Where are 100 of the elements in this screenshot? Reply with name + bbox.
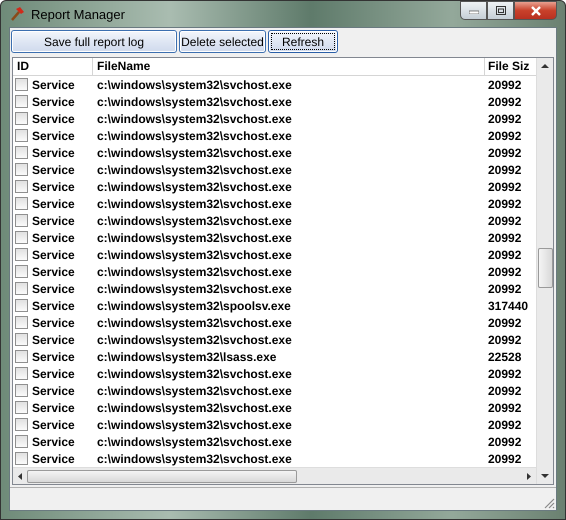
table-cell: 20992 bbox=[488, 162, 522, 176]
checkbox[interactable] bbox=[15, 367, 28, 380]
table-cell: Service bbox=[32, 452, 75, 466]
table-cell: Service bbox=[32, 366, 75, 380]
checkbox[interactable] bbox=[15, 333, 28, 346]
table-cell: Service bbox=[32, 196, 75, 210]
checkbox[interactable] bbox=[15, 95, 28, 108]
table-cell: Service bbox=[32, 282, 75, 296]
table-cell: 20992 bbox=[488, 264, 522, 278]
checkbox[interactable] bbox=[15, 112, 28, 125]
table-cell: Service bbox=[32, 434, 75, 448]
table-cell: Service bbox=[32, 112, 75, 126]
table-cell: Service bbox=[32, 316, 75, 330]
table-cell: 20992 bbox=[488, 112, 522, 126]
table-cell: 20992 bbox=[488, 316, 522, 330]
checkbox[interactable] bbox=[15, 384, 28, 397]
checkbox[interactable] bbox=[15, 299, 28, 312]
checkbox[interactable] bbox=[15, 180, 28, 193]
table-cell: c:\windows\system32\svchost.exe bbox=[97, 162, 292, 176]
vertical-scrollbar[interactable] bbox=[536, 58, 553, 484]
table-cell: c:\windows\system32\svchost.exe bbox=[97, 196, 292, 210]
table-cell: 20992 bbox=[488, 196, 522, 210]
table-cell: 20992 bbox=[488, 214, 522, 228]
column-header[interactable]: FileName bbox=[93, 58, 485, 75]
table-cell: 317440 bbox=[488, 298, 528, 312]
table-cell: c:\windows\system32\svchost.exe bbox=[97, 316, 292, 330]
checkbox[interactable] bbox=[15, 282, 28, 295]
table-cell: c:\windows\system32\svchost.exe bbox=[97, 214, 292, 228]
column-header[interactable]: ID bbox=[13, 58, 93, 75]
table-cell: 20992 bbox=[488, 418, 522, 432]
horizontal-scrollbar[interactable] bbox=[13, 467, 536, 484]
table-cell: c:\windows\system32\svchost.exe bbox=[97, 400, 292, 414]
checkbox[interactable] bbox=[15, 435, 28, 448]
checkbox[interactable] bbox=[15, 248, 28, 261]
table-cell: c:\windows\system32\svchost.exe bbox=[97, 418, 292, 432]
checkbox[interactable] bbox=[15, 163, 28, 176]
table-cell: Service bbox=[32, 332, 75, 346]
table-cell: Service bbox=[32, 180, 75, 194]
table-cell: c:\windows\system32\svchost.exe bbox=[97, 366, 292, 380]
table-cell: Service bbox=[32, 350, 75, 364]
table-cell: c:\windows\system32\svchost.exe bbox=[97, 332, 292, 346]
table-cell: 20992 bbox=[488, 400, 522, 414]
table-cell: Service bbox=[32, 298, 75, 312]
table-cell: 20992 bbox=[488, 230, 522, 244]
table-cell: Service bbox=[32, 214, 75, 228]
table-cell: c:\windows\system32\spoolsv.exe bbox=[97, 298, 291, 312]
table-cell: c:\windows\system32\svchost.exe bbox=[97, 146, 292, 160]
table-cell: 20992 bbox=[488, 366, 522, 380]
table-cell: Service bbox=[32, 230, 75, 244]
table-cell: 20992 bbox=[488, 384, 522, 398]
table-cell: c:\windows\system32\lsass.exe bbox=[97, 350, 276, 364]
table-cell: 20992 bbox=[488, 78, 522, 92]
toolbar-button[interactable]: Delete selected bbox=[179, 30, 266, 53]
column-header[interactable]: File Siz bbox=[485, 58, 536, 75]
resize-grip-icon[interactable] bbox=[543, 497, 555, 509]
minimize-icon bbox=[468, 8, 478, 14]
table-cell: c:\windows\system32\svchost.exe bbox=[97, 180, 292, 194]
minimize-button[interactable] bbox=[460, 1, 487, 20]
close-button[interactable] bbox=[514, 1, 557, 20]
checkbox[interactable] bbox=[15, 231, 28, 244]
checkbox[interactable] bbox=[15, 418, 28, 431]
table-cell: Service bbox=[32, 264, 75, 278]
table-cell: 20992 bbox=[488, 180, 522, 194]
table-cell: 20992 bbox=[488, 94, 522, 108]
table-cell: c:\windows\system32\svchost.exe bbox=[97, 264, 292, 278]
table-cell: 20992 bbox=[488, 452, 522, 466]
checkbox[interactable] bbox=[15, 350, 28, 363]
checkbox[interactable] bbox=[15, 146, 28, 159]
maximize-button[interactable] bbox=[487, 1, 514, 20]
table-cell: Service bbox=[32, 418, 75, 432]
table-cell: c:\windows\system32\svchost.exe bbox=[97, 434, 292, 448]
scroll-thumb[interactable] bbox=[27, 470, 297, 482]
table-cell: c:\windows\system32\svchost.exe bbox=[97, 248, 292, 262]
checkbox[interactable] bbox=[15, 316, 28, 329]
checkbox[interactable] bbox=[15, 452, 28, 465]
checkbox[interactable] bbox=[15, 214, 28, 227]
close-icon bbox=[530, 6, 542, 16]
table-cell: 22528 bbox=[488, 350, 522, 364]
table-cell: c:\windows\system32\svchost.exe bbox=[97, 94, 292, 108]
table-cell: c:\windows\system32\svchost.exe bbox=[97, 384, 292, 398]
checkbox[interactable] bbox=[15, 197, 28, 210]
maximize-icon bbox=[496, 6, 506, 15]
table-cell: Service bbox=[32, 128, 75, 142]
checkbox[interactable] bbox=[15, 265, 28, 278]
hammer-icon bbox=[9, 6, 25, 22]
table-cell: Service bbox=[32, 94, 75, 108]
table-cell: Service bbox=[32, 162, 75, 176]
checkbox[interactable] bbox=[15, 401, 28, 414]
table-cell: c:\windows\system32\svchost.exe bbox=[97, 112, 292, 126]
toolbar-button[interactable]: Refresh bbox=[268, 30, 338, 53]
checkbox[interactable] bbox=[15, 129, 28, 142]
scroll-thumb[interactable] bbox=[538, 248, 552, 288]
table-cell: c:\windows\system32\svchost.exe bbox=[97, 128, 292, 142]
toolbar-button[interactable]: Save full report log bbox=[11, 30, 177, 53]
table-cell: Service bbox=[32, 384, 75, 398]
table-cell: Service bbox=[32, 146, 75, 160]
table-cell: c:\windows\system32\svchost.exe bbox=[97, 282, 292, 296]
checkbox[interactable] bbox=[15, 78, 28, 91]
table-cell: 20992 bbox=[488, 248, 522, 262]
table-cell: Service bbox=[32, 78, 75, 92]
